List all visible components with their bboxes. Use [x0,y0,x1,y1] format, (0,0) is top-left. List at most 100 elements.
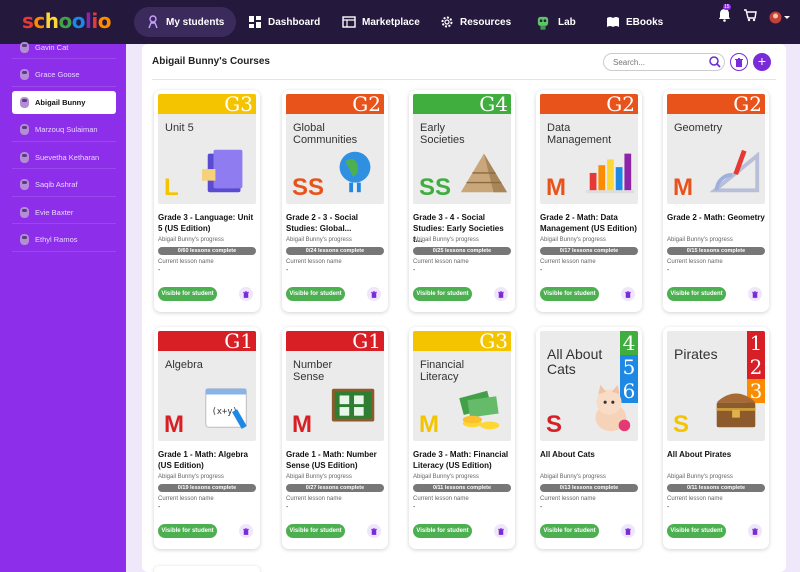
student-name: Ethyl Ramos [35,235,78,244]
delete-course-button[interactable] [239,287,253,301]
logo-letter: h [44,9,59,33]
add-course-button[interactable]: + [753,53,771,71]
nav-label: My students [166,16,225,28]
visible-for-student-button[interactable]: Visible for student [286,287,345,301]
course-title[interactable]: Grade 1 - Math: Algebra (US Edition) [158,449,258,471]
course-card[interactable]: 4 5 6 All About Cats S All About Cats Abigail … [536,327,642,549]
course-card[interactable]: G4 Early Societies SS Grade 3 - 4 - Social … [409,90,515,312]
sidebar-student[interactable]: Suevetha Ketharan [12,146,116,169]
cart-icon[interactable] [743,8,757,27]
course-title[interactable]: Grade 3 - Language: Unit 5 (US Edition) [158,212,258,234]
visible-for-student-button[interactable]: Visible for student [540,524,599,538]
course-thumbnail[interactable]: 4 5 6 All About Cats S [540,331,638,441]
course-card[interactable]: G1 Algebra M (x+y) Grade 1 - Math: Algebra (… [154,327,260,549]
course-thumbnail[interactable]: G1 Algebra M (x+y) [158,331,256,441]
course-title[interactable]: All About Cats [540,449,640,460]
visible-for-student-button[interactable]: Visible for student [413,287,472,301]
course-thumbnail[interactable]: G4 Early Societies SS [413,94,511,204]
course-title[interactable]: Grade 2 - 3 - Social Studies: Global... [286,212,386,234]
course-thumbnail[interactable]: G3 Unit 5 L [158,94,256,204]
sidebar-student[interactable]: Evie Baxter [12,201,116,224]
delete-course-button[interactable] [748,287,762,301]
profile-avatar[interactable] [769,11,790,24]
search-input[interactable] [603,53,725,71]
nav-my-students[interactable]: My students [134,7,237,37]
subject-title: Data Management [547,122,612,146]
visible-for-student-button[interactable]: Visible for student [413,524,472,538]
delete-course-button[interactable] [239,524,253,538]
bell-icon[interactable]: 15 [718,4,731,27]
sidebar-student[interactable]: Abigail Bunny [12,91,116,114]
nav-resources[interactable]: Resources [428,7,523,37]
nav-dashboard[interactable]: Dashboard [236,7,332,37]
course-title[interactable]: Grade 1 - Math: Number Sense (US Edition… [286,449,386,471]
avatar [20,97,29,108]
subject-title: Early Societies [420,122,465,146]
course-thumbnail[interactable]: G2 Data Management M [540,94,638,204]
current-lesson-label: Current lesson name [413,496,469,502]
visible-for-student-button[interactable]: Visible for student [667,524,726,538]
visible-for-student-button[interactable]: Visible for student [158,287,217,301]
visible-for-student-button[interactable]: Visible for student [158,524,217,538]
search-icon[interactable] [709,56,721,68]
delete-course-button[interactable] [621,287,635,301]
course-title[interactable]: Grade 3 - Math: Financial Literacy (US E… [413,449,513,471]
course-card[interactable]: G2 Data Management M Grade 2 - Math: Data M… [536,90,642,312]
pyramid-icon [460,153,508,193]
gear-icon [441,16,453,28]
delete-button[interactable] [730,53,748,71]
course-title[interactable]: All About Pirates [667,449,767,460]
current-lesson-label: Current lesson name [667,496,723,502]
sidebar-student[interactable]: Gavin Cat [12,36,116,59]
course-card[interactable]: G2 Global Communities SS Grade 2 - 3 - Soci… [282,90,388,312]
course-card[interactable]: G3 Financial Literacy M Grade 3 - Math: Fin… [409,327,515,549]
course-card[interactable]: 1 2 3 Pirates S All About Pirates Abigail Bunn… [663,327,769,549]
grade-label: G2 [606,94,635,116]
nav-lab[interactable]: Lab [522,7,588,37]
course-card[interactable]: G2 Geometry M Grade 2 - Math: Geometry Abiga… [663,90,769,312]
delete-course-button[interactable] [621,524,635,538]
sidebar-student[interactable]: Ethyl Ramos [12,229,116,252]
logo-letter: c [33,9,45,33]
course-title[interactable]: Grade 2 - Math: Geometry [667,212,767,223]
nav-label: EBooks [626,16,664,28]
visible-for-student-button[interactable]: Visible for student [667,287,726,301]
subject-title: Global Communities [293,122,358,146]
course-thumbnail[interactable]: 1 2 3 Pirates S [667,331,765,441]
delete-course-button[interactable] [494,287,508,301]
student-name: Gavin Cat [35,42,69,52]
course-title[interactable]: Grade 2 - Math: Data Management (US Edit… [540,212,640,234]
course-card[interactable]: G3 Unit 5 L Grade 3 - Language: Unit 5 (US … [154,90,260,312]
current-lesson-value: - [667,267,670,274]
notification-badge: 15 [723,4,731,10]
visible-for-student-button[interactable]: Visible for student [540,287,599,301]
course-card[interactable]: G1 Number Sense M Grade 1 - Math: Number Se… [282,327,388,549]
student-name: Abigail Bunny [35,98,86,107]
subject-letter: L [164,174,179,201]
progress-label: Abigail Bunny's progress [667,237,733,243]
globe-icon [339,151,371,193]
visible-for-student-button[interactable]: Visible for student [286,524,345,538]
avatar [20,124,29,135]
course-thumbnail[interactable]: G2 Geometry M [667,94,765,204]
delete-course-button[interactable] [748,524,762,538]
nav-ebooks[interactable]: EBooks [594,7,675,37]
page-title: Abigail Bunny's Courses [152,56,270,67]
delete-course-button[interactable] [367,524,381,538]
sidebar-student[interactable]: Marzouq Sulaiman [12,119,116,142]
progress-label: Abigail Bunny's progress [158,474,224,480]
current-lesson-value: - [540,504,543,511]
course-card[interactable] [154,566,260,572]
course-thumbnail[interactable]: G2 Global Communities SS [286,94,384,204]
delete-course-button[interactable] [367,287,381,301]
sidebar-student[interactable]: Grace Goose [12,64,116,87]
sidebar-student[interactable]: Saqib Ashraf [12,174,116,197]
avatar [20,206,29,218]
schoolio-logo[interactable]: schoolio [22,9,111,33]
delete-course-button[interactable] [494,524,508,538]
course-thumbnail[interactable]: G1 Number Sense M [286,331,384,441]
avatar [20,41,29,53]
nav-marketplace[interactable]: Marketplace [330,7,432,37]
course-thumbnail[interactable]: G3 Financial Literacy M [413,331,511,441]
subject-title: Geometry [674,122,723,134]
